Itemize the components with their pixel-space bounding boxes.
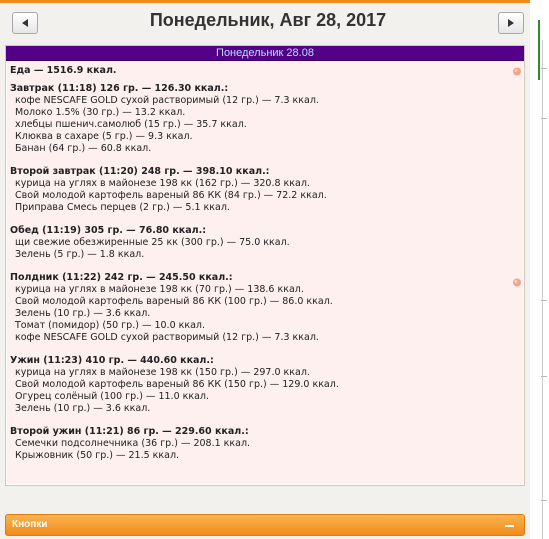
day-header: Понедельник 28.08 — [6, 46, 524, 61]
meal-item: Крыжовник (50 гр.) — 21.5 ккал. — [15, 450, 180, 461]
edge-tick — [541, 68, 547, 69]
next-day-button[interactable] — [498, 12, 524, 34]
buttons-section-label: Кнопки — [12, 519, 48, 530]
edge-tick — [541, 118, 547, 119]
prev-day-button[interactable] — [12, 12, 38, 34]
meal-item: Свой молодой картофель вареный 86 КК (15… — [15, 379, 339, 390]
meal-title: Второй завтрак (11:20) 248 гр. — 398.10 … — [10, 166, 270, 177]
meal-item: курица на углях в майонезе 198 кк (70 гр… — [15, 284, 304, 295]
meal-item: Свой молодой картофель вареный 86 КК (10… — [15, 296, 333, 307]
meal-title: Второй ужин (11:21) 86 гр. — 229.60 ккал… — [10, 426, 249, 437]
diary-content: Еда — 1516.9 ккал. Завтрак (11:18) 126 г… — [7, 61, 523, 484]
day-diary-panel: Понедельник 28.08 Еда — 1516.9 ккал. Зав… — [5, 45, 525, 486]
meal-item: Банан (64 гр.) — 60.8 ккал. — [15, 143, 152, 154]
peach-icon[interactable] — [512, 66, 522, 76]
edge-tick — [541, 500, 547, 501]
meal-item: Зелень (10 гр.) — 3.6 ккал. — [15, 308, 151, 319]
meal-title: Завтрак (11:18) 126 гр. — 126.30 ккал.: — [10, 83, 229, 94]
meal-item: Зелень (10 гр.) — 3.6 ккал. — [15, 403, 151, 414]
date-title: Понедельник, Авг 28, 2017 — [149, 10, 387, 30]
meal-item: Приправа Смесь перцев (2 гр.) — 5.1 ккал… — [15, 202, 230, 213]
buttons-section-bar[interactable]: Кнопки — [5, 514, 525, 536]
meal-item: кофе NESCAFE GOLD сухой растворимый (12 … — [15, 95, 319, 106]
triangle-right-icon — [508, 19, 514, 27]
peach-icon[interactable] — [512, 277, 522, 287]
top-accent-line — [0, 0, 530, 3]
meal-item: хлебцы пшенич.самолюб (15 гр.) — 35.7 кк… — [15, 119, 247, 130]
meal-title: Обед (11:19) 305 гр. — 76.80 ккал.: — [10, 225, 207, 236]
edge-tick — [541, 300, 547, 301]
meal-title: Полдник (11:22) 242 гр. — 245.50 ккал.: — [10, 272, 233, 283]
right-edge-strip — [530, 0, 549, 539]
minus-icon[interactable] — [505, 525, 514, 527]
meal-item: Томат (помидор) (50 гр.) — 10.0 ккал. — [15, 320, 206, 331]
edge-tick — [541, 376, 547, 377]
meal-item: курица на углях в майонезе 198 кк (150 г… — [15, 367, 310, 378]
meal-item: Семечки подсолнечника (36 гр.) — 208.1 к… — [15, 438, 251, 449]
edge-accent — [538, 20, 540, 80]
meal-item: щи свежие обезжиренные 25 кк (300 гр.) —… — [15, 237, 290, 248]
triangle-left-icon — [22, 19, 28, 27]
edge-line — [542, 40, 543, 539]
meal-item: Огурец солёный (100 гр.) — 11.0 ккал. — [15, 391, 210, 402]
meal-item: Клюква в сахаре (5 гр.) — 9.3 ккал. — [15, 131, 193, 142]
meal-item: курица на углях в майонезе 198 кк (162 г… — [15, 178, 310, 189]
meal-item: Свой молодой картофель вареный 86 КК (84… — [15, 190, 327, 201]
meal-title: Ужин (11:23) 410 гр. — 440.60 ккал.: — [10, 355, 214, 366]
page-frame: Понедельник, Авг 28, 2017 Понедельник 28… — [0, 0, 530, 539]
meal-item: кофе NESCAFE GOLD сухой растворимый (12 … — [15, 332, 319, 343]
meal-item: Молоко 1.5% (30 гр.) — 13.2 ккал. — [15, 107, 186, 118]
meal-item: Зелень (5 гр.) — 1.8 ккал. — [15, 249, 145, 260]
food-total: Еда — 1516.9 ккал. — [10, 65, 117, 76]
